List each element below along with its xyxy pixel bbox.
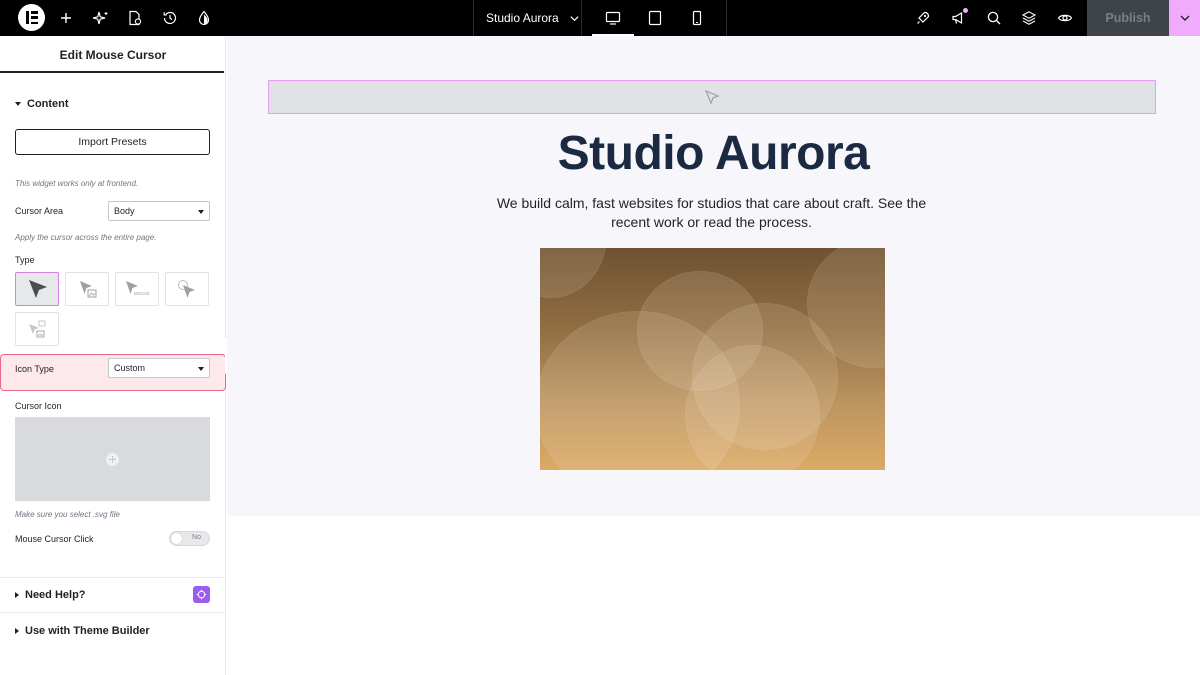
ai-sparkle-icon[interactable] bbox=[89, 6, 113, 30]
need-help-label: Need Help? bbox=[25, 589, 86, 601]
type-label: Type bbox=[15, 255, 35, 265]
icon-type-select[interactable]: Custom bbox=[108, 358, 210, 378]
icon-type-label: Icon Type bbox=[15, 364, 54, 374]
publish-options-button[interactable] bbox=[1169, 0, 1200, 36]
panel-title: Edit Mouse Cursor bbox=[59, 47, 167, 62]
hero-image bbox=[540, 248, 885, 470]
mouse-cursor-widget[interactable] bbox=[268, 80, 1156, 114]
arrow-text-cursor-icon: MOUSE bbox=[126, 281, 150, 296]
device-desktop-button[interactable] bbox=[592, 0, 634, 36]
theme-builder-label: Use with Theme Builder bbox=[25, 625, 150, 637]
notification-dot bbox=[963, 8, 968, 13]
site-chevron-down-icon bbox=[570, 15, 579, 21]
cursor-area-value: Body bbox=[114, 206, 135, 216]
content-section-label: Content bbox=[27, 98, 69, 110]
top-bar: Studio Aurora Publish bbox=[0, 0, 1200, 36]
dropdown-caret-icon bbox=[198, 367, 204, 371]
tablet-icon bbox=[648, 10, 662, 26]
hero-text: We build calm, fast websites for studios… bbox=[496, 195, 927, 230]
add-media-icon bbox=[106, 452, 119, 466]
dropdown-caret-icon bbox=[198, 210, 204, 214]
cursor-icon-hint: Make sure you select .svg file bbox=[15, 510, 120, 519]
mobile-icon bbox=[692, 10, 702, 26]
site-style-icon[interactable] bbox=[192, 6, 216, 30]
mouse-click-toggle[interactable]: No bbox=[169, 531, 210, 546]
image-cursor-icon bbox=[29, 320, 46, 338]
type-option-image-only[interactable] bbox=[15, 312, 59, 346]
publish-button[interactable]: Publish bbox=[1087, 0, 1169, 36]
publish-options-chevron-icon bbox=[1180, 15, 1189, 21]
cursor-area-hint: Apply the cursor across the entire page. bbox=[15, 233, 157, 242]
toggle-state-text: No bbox=[192, 534, 201, 541]
device-mobile-button[interactable] bbox=[676, 0, 718, 36]
history-icon[interactable] bbox=[158, 6, 182, 30]
elementor-logo-icon[interactable] bbox=[18, 4, 45, 31]
preview-canvas: Studio Aurora We build calm, fast websit… bbox=[227, 36, 1200, 675]
add-icon[interactable] bbox=[54, 6, 78, 30]
type-tile-text: MOUSE bbox=[134, 291, 150, 296]
cursor-area-select[interactable]: Body bbox=[108, 201, 210, 221]
section-divider bbox=[0, 612, 226, 613]
search-icon[interactable] bbox=[982, 6, 1006, 30]
frontend-hint: This widget works only at frontend. bbox=[15, 179, 139, 188]
arrow-circle-cursor-icon bbox=[178, 280, 195, 298]
site-selector[interactable]: Studio Aurora bbox=[474, 0, 581, 36]
hero-title: Studio Aurora bbox=[557, 127, 870, 180]
type-option-arrow-with-image[interactable] bbox=[65, 272, 109, 306]
arrow-image-cursor-icon bbox=[80, 281, 97, 298]
site-name: Studio Aurora bbox=[486, 11, 559, 25]
need-help-section-toggle[interactable]: Need Help? bbox=[15, 589, 86, 601]
mouse-click-label: Mouse Cursor Click bbox=[15, 534, 94, 544]
arrow-cursor-icon bbox=[29, 280, 47, 298]
type-option-default-arrow[interactable] bbox=[15, 272, 59, 306]
help-widget-icon[interactable] bbox=[193, 586, 210, 603]
section-divider bbox=[0, 577, 226, 578]
toggle-knob bbox=[171, 533, 182, 544]
page-settings-icon[interactable] bbox=[123, 6, 147, 30]
editor-panel: Edit Mouse Cursor Content Import Presets… bbox=[0, 36, 226, 675]
page-section: Studio Aurora We build calm, fast websit… bbox=[227, 36, 1200, 516]
content-section-toggle[interactable]: Content bbox=[15, 98, 69, 110]
launchpad-icon[interactable] bbox=[911, 6, 935, 30]
desktop-icon bbox=[605, 11, 621, 25]
icon-type-value: Custom bbox=[114, 363, 146, 373]
type-option-arrow-with-circle[interactable] bbox=[165, 272, 209, 306]
device-tablet-button[interactable] bbox=[634, 0, 676, 36]
cursor-pointer-icon bbox=[704, 89, 720, 105]
structure-icon[interactable] bbox=[1017, 6, 1041, 30]
type-option-arrow-with-text[interactable]: MOUSE bbox=[115, 272, 159, 306]
theme-builder-section-toggle[interactable]: Use with Theme Builder bbox=[15, 625, 150, 637]
import-presets-button[interactable]: Import Presets bbox=[15, 129, 210, 155]
cursor-icon-upload[interactable] bbox=[15, 417, 210, 501]
cursor-icon-label: Cursor Icon bbox=[15, 401, 62, 411]
topbar-separator bbox=[581, 0, 582, 36]
caret-right-icon bbox=[15, 628, 19, 634]
cursor-area-label: Cursor Area bbox=[15, 206, 64, 216]
caret-down-icon bbox=[15, 102, 21, 106]
preview-icon[interactable] bbox=[1053, 6, 1077, 30]
topbar-separator bbox=[726, 0, 727, 36]
panel-header-underline bbox=[0, 71, 224, 73]
caret-right-icon bbox=[15, 592, 19, 598]
